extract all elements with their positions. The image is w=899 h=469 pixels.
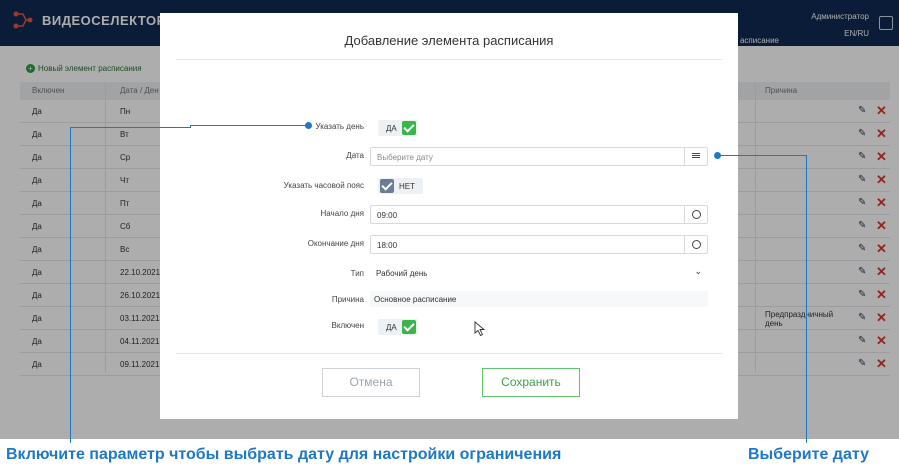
annotation-caption-right: Выберите дату bbox=[748, 446, 869, 463]
checkbox-checked-icon bbox=[401, 320, 416, 334]
day-start-label: Начало дня bbox=[320, 209, 364, 218]
specify-day-toggle[interactable]: ДА bbox=[378, 120, 418, 136]
clock-icon[interactable] bbox=[684, 206, 707, 223]
specify-day-label: Указать день bbox=[315, 122, 364, 131]
day-start-input[interactable]: 09:00 bbox=[370, 205, 708, 224]
annotation-line bbox=[190, 125, 308, 126]
reason-label: Причина bbox=[331, 295, 364, 304]
date-input[interactable]: Выберите дату bbox=[370, 147, 708, 166]
mouse-cursor-icon bbox=[474, 321, 486, 337]
annotation-line bbox=[806, 155, 807, 443]
enabled-toggle[interactable]: ДА bbox=[378, 319, 418, 335]
annotation-line bbox=[70, 127, 71, 443]
type-value: Рабочий день bbox=[376, 269, 428, 278]
specify-timezone-value: НЕТ bbox=[399, 181, 415, 191]
divider bbox=[176, 59, 722, 60]
reason-input[interactable]: Основное расписание bbox=[370, 291, 708, 307]
annotation-line bbox=[70, 127, 191, 128]
modal-title: Добавление элемента расписания bbox=[344, 33, 554, 48]
date-placeholder: Выберите дату bbox=[377, 153, 433, 162]
app-window: ВИДЕОСЕЛЕКТОР асписание Администратор EN… bbox=[0, 0, 899, 439]
day-end-label: Окончание дня bbox=[307, 239, 364, 248]
chevron-down-icon: ⌄ bbox=[694, 266, 702, 276]
day-start-value: 09:00 bbox=[377, 211, 398, 220]
annotation-line bbox=[718, 155, 806, 156]
date-label: Дата bbox=[346, 151, 364, 160]
day-end-input[interactable]: 18:00 bbox=[370, 235, 708, 254]
checkbox-unchecked-icon bbox=[380, 179, 394, 193]
reason-value: Основное расписание bbox=[374, 295, 457, 304]
enabled-label: Включен bbox=[331, 321, 364, 330]
annotation-caption-left: Включите параметр чтобы выбрать дату для… bbox=[6, 446, 562, 463]
enabled-value: ДА bbox=[386, 322, 397, 332]
add-schedule-modal: Добавление элемента расписания Указать д… bbox=[160, 13, 738, 419]
specify-timezone-label: Указать часовой пояс bbox=[283, 181, 364, 190]
type-label: Тип bbox=[350, 269, 364, 278]
cancel-button[interactable]: Отмена bbox=[322, 368, 420, 397]
checkbox-checked-icon bbox=[401, 121, 416, 135]
divider bbox=[176, 353, 722, 354]
clock-icon[interactable] bbox=[684, 236, 707, 253]
specify-day-value: ДА bbox=[386, 123, 397, 133]
calendar-icon[interactable] bbox=[684, 148, 707, 165]
day-end-value: 18:00 bbox=[377, 241, 398, 250]
specify-timezone-toggle[interactable]: НЕТ bbox=[378, 178, 423, 194]
save-button[interactable]: Сохранить bbox=[482, 368, 580, 397]
type-select[interactable]: Рабочий день ⌄ bbox=[370, 265, 708, 281]
